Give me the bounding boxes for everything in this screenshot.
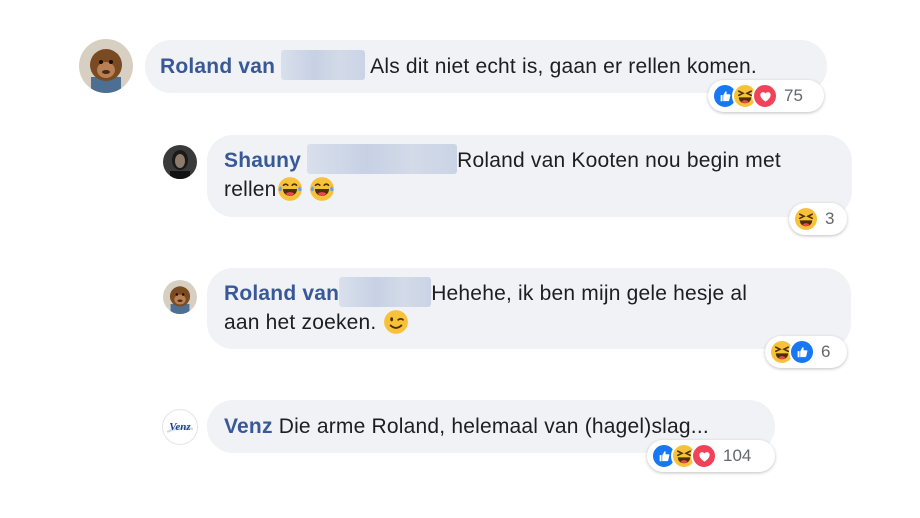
- person-avatar[interactable]: [163, 145, 197, 179]
- comment-text: Roland van Kooten nou begin met: [457, 149, 781, 172]
- reaction-summary[interactable]: 104: [647, 440, 775, 472]
- love-reaction-icon: [691, 443, 717, 469]
- comment-text: rellen: [224, 178, 277, 201]
- comment-text: Als dit niet echt is, gaan er rellen kom…: [370, 55, 757, 78]
- winking-emoji: [383, 309, 409, 335]
- redacted-name: [339, 277, 432, 308]
- reaction-summary[interactable]: 75: [708, 80, 824, 112]
- reaction-count: 75: [784, 86, 803, 105]
- venz-logo-avatar[interactable]: Venz: [163, 410, 197, 444]
- orangutan-avatar[interactable]: [163, 280, 197, 314]
- reaction-count: 3: [825, 209, 835, 228]
- venz-logo-text: Venz: [169, 421, 191, 433]
- comment-bubble: Roland van Hehehe, ik ben mijn gele hesje…: [207, 268, 851, 349]
- reaction-count: 6: [821, 342, 831, 361]
- comment-text: aan het zoeken.: [224, 311, 377, 334]
- like-reaction-icon: [789, 339, 815, 365]
- comment-bubble: Shauny Roland van Kooten nou begin met r…: [207, 135, 852, 217]
- redacted-name: [281, 50, 366, 81]
- reaction-summary[interactable]: 6: [765, 336, 847, 368]
- reaction-summary[interactable]: 3: [789, 203, 847, 235]
- tears-of-joy-emoji: [277, 176, 303, 202]
- comment-text: Die arme Roland, helemaal van (hagel)sla…: [278, 415, 709, 438]
- reaction-count: 104: [723, 446, 752, 465]
- comment-text: Hehehe, ik ben mijn gele hesje al: [431, 282, 748, 305]
- commenter-name[interactable]: Venz: [224, 415, 273, 438]
- commenter-name[interactable]: Roland van: [160, 55, 275, 78]
- haha-reaction-icon: [793, 206, 819, 232]
- commenter-name[interactable]: Shauny: [224, 149, 301, 172]
- love-reaction-icon: [752, 83, 778, 109]
- tears-of-joy-emoji: [309, 176, 335, 202]
- commenter-name[interactable]: Roland van: [224, 282, 339, 305]
- redacted-name: [307, 144, 458, 175]
- orangutan-avatar[interactable]: [79, 39, 133, 93]
